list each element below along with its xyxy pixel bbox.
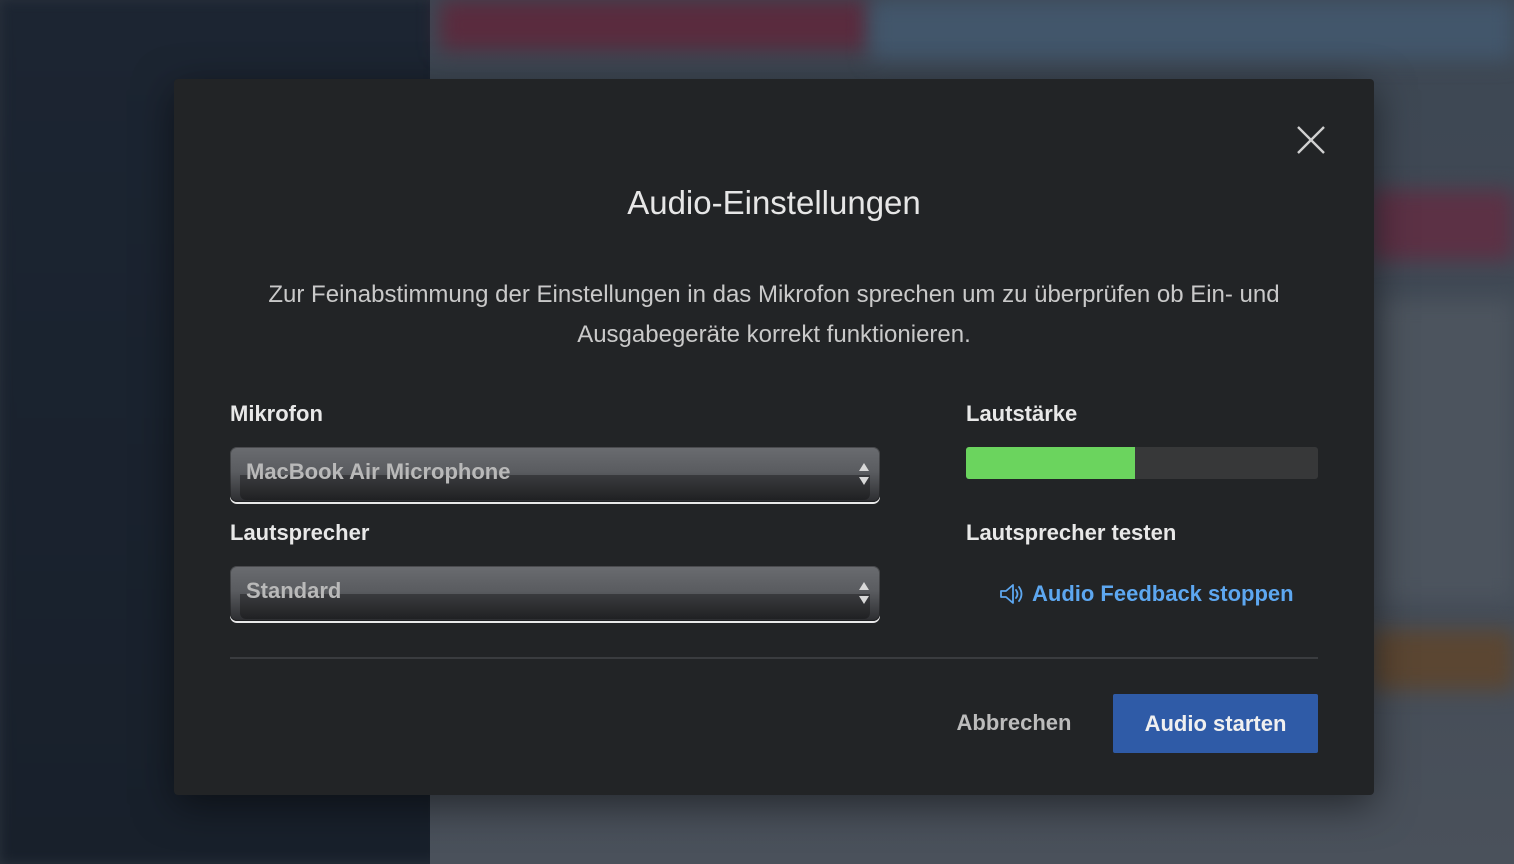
start-audio-button[interactable]: Audio starten [1113,694,1318,753]
stop-audio-feedback-link[interactable]: Audio Feedback stoppen [998,577,1294,611]
close-button[interactable] [1295,124,1327,156]
dialog-description: Zur Feinabstimmung der Einstellungen in … [268,281,1280,348]
background-banner [440,0,870,50]
background-header [870,0,1514,60]
speaker-select-value: Standard [246,578,342,603]
select-arrows-icon [859,582,869,604]
microphone-select-value: MacBook Air Microphone [246,459,511,484]
speaker-label: Lautsprecher [230,520,370,545]
dialog-title: Audio-Einstellungen [627,184,921,221]
close-icon [1297,126,1325,154]
cancel-button[interactable]: Abbrechen [944,694,1084,752]
microphone-label: Mikrofon [230,401,323,426]
background-accent [1370,190,1514,260]
speaker-select[interactable]: Standard [230,566,880,621]
select-arrows-icon [859,463,869,485]
speaker-test-label: Lautsprecher testen [966,520,1177,545]
volume-label: Lautstärke [966,401,1078,426]
volume-meter [966,447,1318,479]
background-card [1380,300,1514,600]
audio-settings-dialog: Audio-Einstellungen Zur Feinabstimmung d… [174,79,1374,795]
background-accent-2 [1370,630,1514,690]
volume-meter-fill [966,447,1135,479]
divider [230,657,1318,659]
stop-audio-feedback-text: Audio Feedback stoppen [1032,581,1294,606]
speaker-icon [1000,584,1023,604]
microphone-select[interactable]: MacBook Air Microphone [230,447,880,502]
